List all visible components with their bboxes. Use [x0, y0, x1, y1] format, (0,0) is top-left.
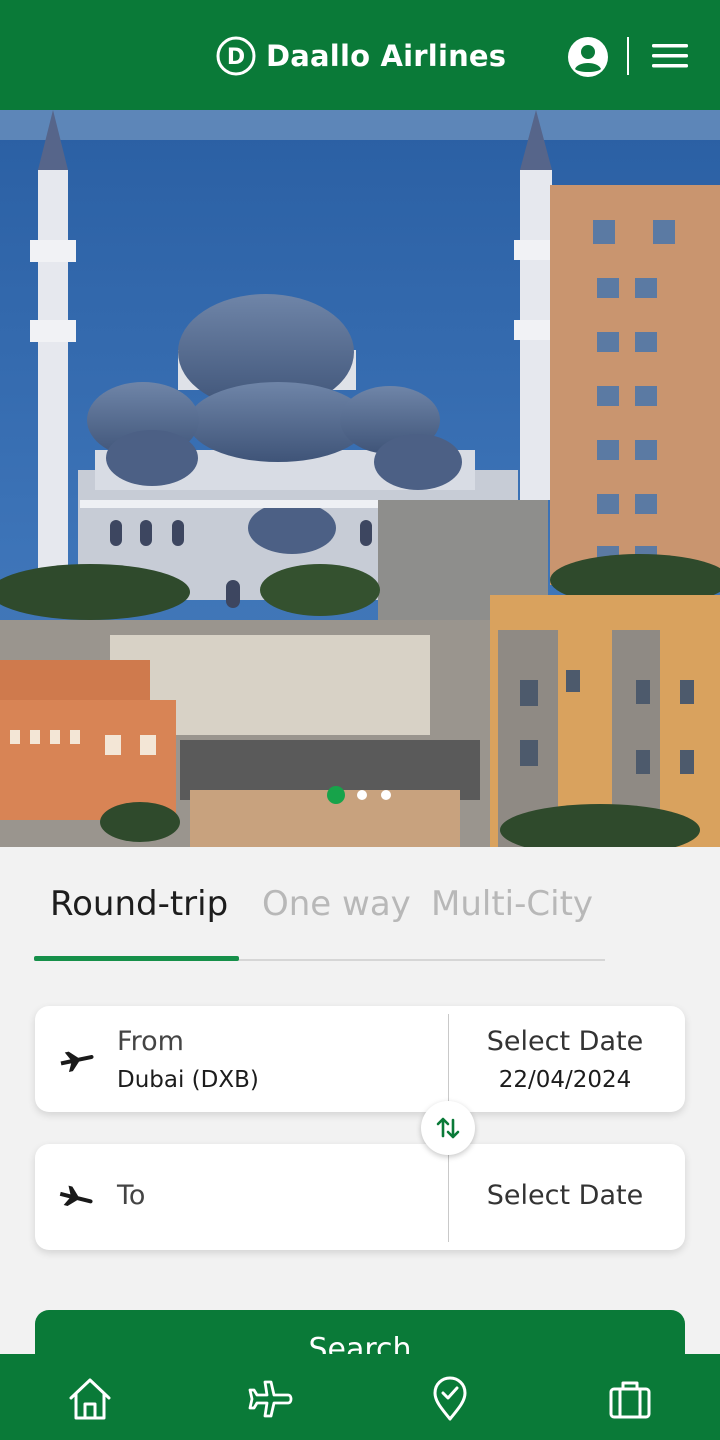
trip-type-tabs: Round-trip One way Multi-City	[34, 870, 605, 962]
from-card: From Dubai (DXB) Select Date 22/04/2024	[35, 1006, 685, 1112]
return-date-label: Select Date	[486, 1180, 644, 1211]
return-date-field[interactable]: Select Date	[449, 1144, 685, 1250]
depart-date-value: 22/04/2024	[498, 1067, 632, 1093]
takeoff-plane-icon	[60, 1051, 94, 1073]
to-card: To Select Date	[35, 1144, 685, 1250]
from-label: From	[117, 1026, 184, 1057]
brand[interactable]: D Daallo Airlines	[216, 36, 506, 76]
carousel-dots	[327, 786, 405, 804]
hamburger-menu-icon[interactable]	[650, 40, 690, 72]
account-circle-icon[interactable]	[566, 35, 610, 79]
briefcase-icon[interactable]	[605, 1374, 655, 1424]
active-tab-indicator	[34, 956, 239, 961]
depart-date-label: Select Date	[486, 1026, 644, 1057]
depart-date-field[interactable]: Select Date 22/04/2024	[449, 1006, 685, 1112]
tab-round-trip[interactable]: Round-trip	[50, 884, 228, 924]
from-field[interactable]: From Dubai (DXB)	[35, 1006, 448, 1112]
carousel-dot[interactable]	[381, 790, 391, 800]
hero-carousel[interactable]	[0, 110, 720, 847]
carousel-dot-active[interactable]	[327, 786, 345, 804]
daallo-logo-icon: D	[216, 36, 256, 76]
carousel-dot[interactable]	[357, 790, 367, 800]
swap-button[interactable]	[421, 1101, 475, 1155]
to-field[interactable]: To	[35, 1144, 448, 1250]
header-divider	[627, 37, 629, 75]
tab-one-way[interactable]: One way	[262, 884, 411, 924]
from-value: Dubai (DXB)	[117, 1067, 259, 1093]
hero-image	[0, 110, 720, 847]
swap-arrows-icon	[436, 1117, 460, 1139]
home-icon[interactable]	[65, 1374, 115, 1424]
landing-plane-icon	[59, 1185, 93, 1206]
flight-icon[interactable]	[245, 1374, 295, 1424]
app-header: D Daallo Airlines	[0, 0, 720, 110]
bottom-navigation	[0, 1354, 720, 1440]
location-check-icon[interactable]	[425, 1374, 475, 1424]
tab-multi-city[interactable]: Multi-City	[431, 884, 593, 924]
brand-name: Daallo Airlines	[266, 39, 507, 73]
svg-text:D: D	[227, 45, 245, 70]
to-label: To	[117, 1180, 146, 1211]
